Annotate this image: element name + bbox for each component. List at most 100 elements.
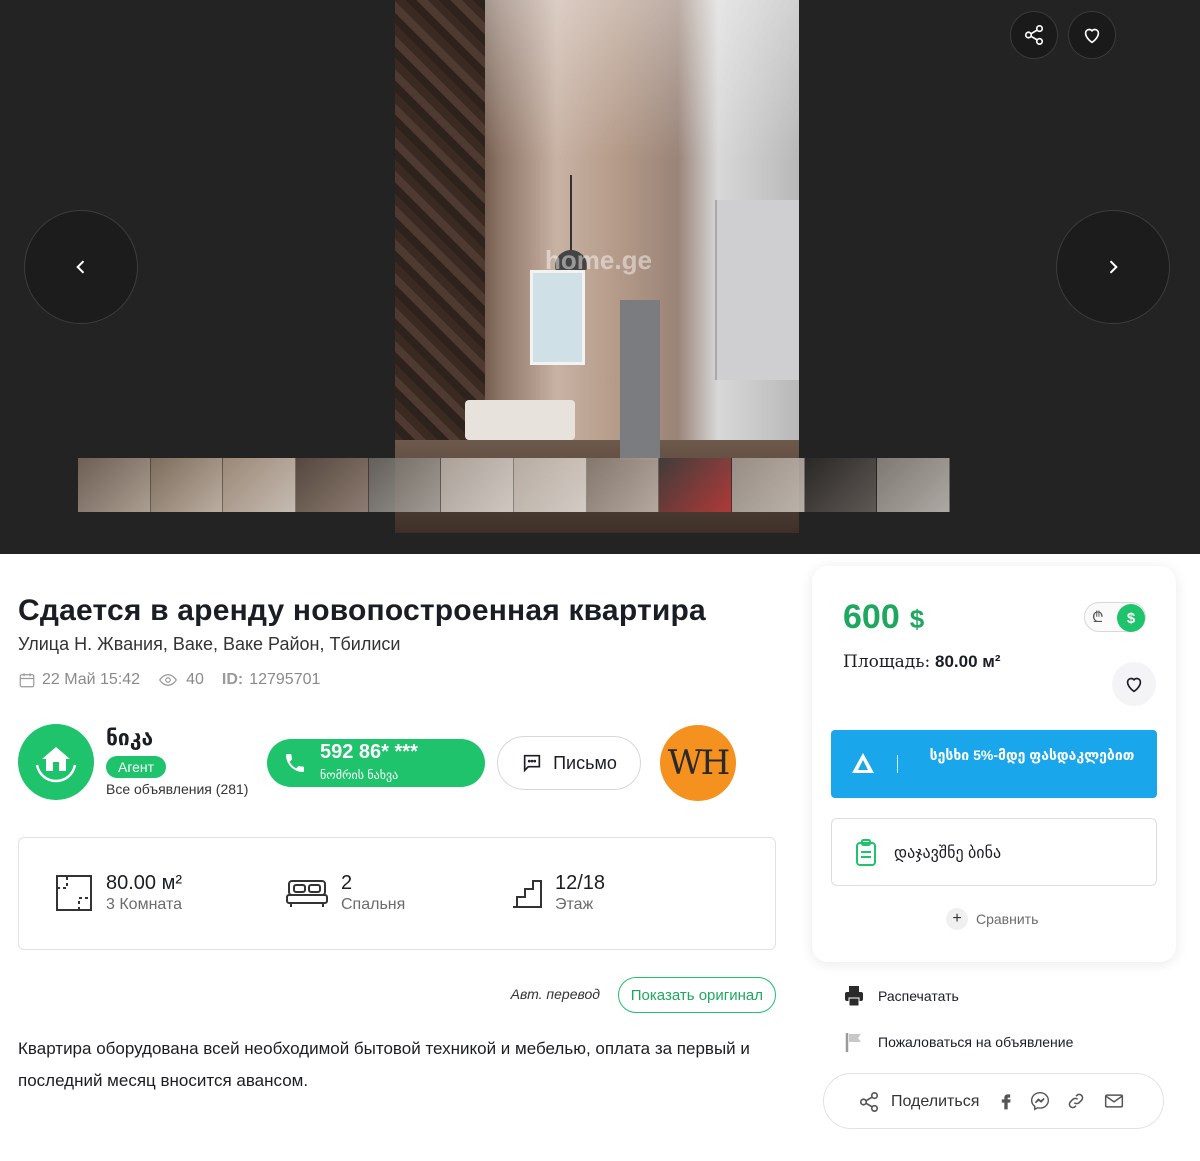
property-features: 80.00 м² 3 Комната 2 Спальня 12/18 Этаж (18, 837, 776, 950)
link-icon[interactable] (1066, 1091, 1086, 1111)
report-label: Пожаловаться на объявление (878, 1034, 1074, 1050)
listing-date: 22 Май 15:42 (42, 671, 141, 688)
feature-area-value: 80.00 м² (106, 872, 183, 894)
feature-floor-value: 12/18 (555, 872, 606, 894)
heart-icon (1126, 677, 1142, 693)
thumbnail[interactable] (78, 458, 151, 512)
loan-banner-button[interactable]: სესხი 5%-მდე ფასდაკლებით (831, 730, 1157, 798)
card-area-label: Площадь: (843, 652, 931, 672)
feature-bedrooms: 2 Спальня (285, 872, 405, 914)
write-message-button[interactable]: Письмо (497, 736, 641, 790)
calendar-icon (19, 673, 35, 688)
compare-button[interactable]: + Сравнить (946, 908, 1038, 930)
share-bar: Поделиться (823, 1073, 1164, 1129)
feature-area: 80.00 м² 3 Комната (54, 872, 182, 914)
thumbnail[interactable] (150, 458, 224, 512)
agency-logo[interactable]: WH (660, 725, 736, 801)
agent-role-badge: Агент (106, 756, 167, 778)
chevron-left-icon (76, 260, 85, 274)
next-photo-button[interactable] (1056, 210, 1170, 324)
thumbnail[interactable] (514, 458, 587, 512)
agent-avatar[interactable] (18, 724, 94, 800)
thumbnail[interactable] (804, 458, 878, 512)
thumbnail-strip (78, 458, 951, 512)
print-link[interactable]: Распечатать (844, 985, 959, 1007)
main-photo[interactable]: home.ge (395, 0, 799, 533)
prev-photo-button[interactable] (24, 210, 138, 324)
messenger-icon[interactable] (1030, 1091, 1050, 1111)
house-hands-icon (35, 747, 77, 783)
printer-icon (845, 986, 863, 1007)
favorite-button[interactable] (1068, 11, 1116, 59)
listing-views: 40 (186, 671, 204, 688)
listing-id-label: ID: (221, 671, 244, 688)
bank-logo-icon (852, 753, 874, 773)
feature-bedrooms-label: Спальня (341, 896, 406, 913)
thumbnail[interactable] (586, 458, 660, 512)
currency-gel-option[interactable]: ₾ (1092, 607, 1104, 627)
price: 600 $ (843, 598, 924, 637)
facebook-icon[interactable] (996, 1091, 1016, 1111)
currency-toggle[interactable]: ₾ $ (1084, 602, 1146, 632)
price-currency: $ (909, 604, 925, 634)
card-area-value: 80.00 м² (934, 652, 1001, 671)
plus-icon: + (946, 908, 968, 930)
listing-meta: 22 Май 15:42 40 ID: 12795701 (18, 671, 778, 689)
card-favorite-button[interactable] (1112, 662, 1156, 706)
currency-usd-option[interactable]: $ (1117, 604, 1145, 632)
phone-icon (286, 754, 304, 772)
translation-row: Авт. перевод Показать оригинал (18, 977, 776, 1013)
report-link[interactable]: Пожаловаться на объявление (844, 1031, 1073, 1053)
floor-plan-icon (56, 875, 92, 911)
heart-icon (1084, 28, 1100, 44)
thumbnail[interactable] (659, 458, 733, 512)
card-area: Площадь: 80.00 м² (843, 652, 1001, 672)
feature-floor: 12/18 Этаж (511, 872, 605, 914)
book-apartment-button[interactable]: დაჯავშნე ბინა (831, 818, 1157, 886)
share-button[interactable] (1010, 11, 1058, 59)
write-message-label: Письмо (553, 752, 617, 773)
bed-icon (286, 880, 328, 907)
phone-sub-label: ნომრის ნახვა (320, 768, 399, 782)
listing-id: 12795701 (249, 671, 321, 688)
share-icon[interactable] (858, 1091, 880, 1113)
listing-title: Сдается в аренду новопостроенная квартир… (18, 594, 706, 627)
mail-icon[interactable] (1104, 1091, 1124, 1111)
book-apartment-label: დაჯავშნე ბინა (894, 845, 1002, 862)
agency-logo-text: WH (667, 743, 731, 783)
agent-all-listings-link[interactable]: Все объявления (281) (106, 781, 248, 797)
thumbnail[interactable] (441, 458, 515, 512)
listing-description: Квартира оборудована всей необходимой бы… (18, 1039, 750, 1090)
show-original-button[interactable]: Показать оригинал (617, 977, 776, 1013)
agent-name[interactable]: ნიკა (106, 726, 153, 751)
price-value: 600 (843, 598, 900, 636)
photo-gallery: home.ge (0, 0, 1200, 554)
watermark: home.ge (545, 245, 652, 275)
print-label: Распечатать (878, 988, 959, 1004)
loan-banner-text: სესხი 5%-მდე ფასდაკლებით (929, 747, 1135, 763)
auto-translation-label: Авт. перевод (510, 986, 600, 1002)
feature-floor-label: Этаж (555, 896, 594, 913)
message-icon (523, 754, 541, 773)
stairs-icon (513, 880, 542, 908)
phone-number: 592 86* *** (320, 741, 418, 763)
thumbnail[interactable] (368, 458, 442, 512)
thumbnail[interactable] (296, 458, 369, 512)
thumbnail[interactable] (223, 458, 297, 512)
feature-bedrooms-value: 2 (341, 872, 353, 894)
share-label: Поделиться (891, 1093, 980, 1110)
agent-contact-row: ნიკა Агент Все объявления (281) 592 86* … (18, 722, 778, 812)
listing-address: Улица Н. Жвания, Ваке, Ваке Район, Тбили… (18, 634, 401, 654)
clipboard-icon (856, 839, 876, 866)
listing-header: Сдается в аренду новопостроенная квартир… (18, 580, 778, 689)
chevron-right-icon (1109, 260, 1118, 274)
feature-area-label: 3 Комната (106, 896, 182, 913)
eye-icon (159, 674, 178, 686)
compare-label: Сравнить (976, 911, 1039, 927)
price-card: 600 $ ₾ $ Площадь: 80.00 м² სესხი 5%-მდე … (812, 566, 1176, 962)
show-phone-button[interactable]: 592 86* *** ნომრის ნახვა (267, 739, 485, 787)
flag-icon (845, 1033, 861, 1052)
thumbnail[interactable] (732, 458, 805, 512)
thumbnail[interactable] (877, 458, 951, 512)
share-icon (1024, 25, 1044, 45)
